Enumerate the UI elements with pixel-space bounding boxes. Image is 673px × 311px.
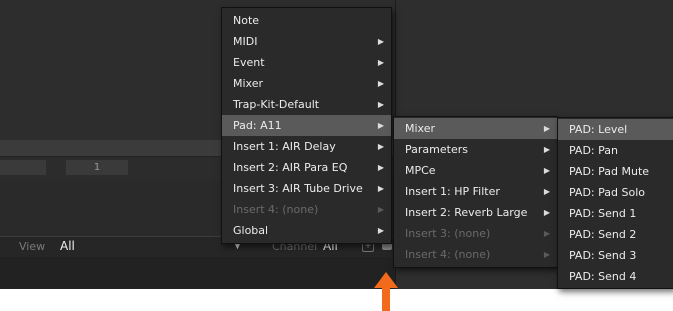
menu-item-label: Note — [233, 14, 260, 27]
pad-menu-item-mpce[interactable]: MPCe ▶ — [394, 160, 557, 181]
submenu-pad: Mixer ▶ Parameters ▶ MPCe ▶ Insert 1: HP Filte… — [393, 116, 558, 268]
view-label: View — [19, 240, 46, 253]
mixer-menu-item-pad-level[interactable]: PAD: Level — [558, 119, 673, 140]
menu-item-event[interactable]: Event ▶ — [222, 52, 391, 73]
mixer-menu-item-pad-send-1[interactable]: PAD: Send 1 — [558, 203, 673, 224]
menu-item-midi[interactable]: MIDI ▶ — [222, 31, 391, 52]
field-empty[interactable] — [0, 160, 46, 175]
caret-right-icon: ▶ — [543, 187, 550, 196]
mixer-menu-item-pad-send-2[interactable]: PAD: Send 2 — [558, 224, 673, 245]
bottom-strip — [0, 257, 395, 289]
pad-menu-item-mixer[interactable]: Mixer ▶ — [394, 118, 557, 139]
caret-right-icon: ▶ — [543, 145, 550, 154]
caret-right-icon: ▶ — [377, 226, 384, 235]
mixer-menu-item-pad-pad-solo[interactable]: PAD: Pad Solo — [558, 182, 673, 203]
submenu-mixer: PAD: Level PAD: Pan PAD: Pad Mute PAD: Pad … — [557, 117, 673, 289]
menu-item-label: PAD: Pan — [569, 144, 618, 157]
mixer-menu-item-pad-pad-mute[interactable]: PAD: Pad Mute — [558, 161, 673, 182]
caret-right-icon: ▶ — [543, 250, 550, 259]
caret-right-icon: ▶ — [377, 121, 384, 130]
menu-item-label: Parameters — [405, 143, 468, 156]
menu-item-label: Insert 4: (none) — [405, 248, 491, 261]
menu-item-label: Trap-Kit-Default — [233, 98, 320, 111]
menu-item-label: Insert 1: AIR Delay — [233, 140, 336, 153]
menu-item-insert-1-air-delay[interactable]: Insert 1: AIR Delay ▶ — [222, 136, 391, 157]
caret-right-icon: ▶ — [543, 208, 550, 217]
mixer-menu-item-pad-send-3[interactable]: PAD: Send 3 — [558, 245, 673, 266]
menu-item-label: Pad: A11 — [233, 119, 282, 132]
caret-right-icon: ▶ — [543, 166, 550, 175]
caret-right-icon: ▶ — [377, 79, 384, 88]
menu-item-label: PAD: Send 1 — [569, 207, 637, 220]
mixer-menu-item-pad-pan[interactable]: PAD: Pan — [558, 140, 673, 161]
menu-item-label: PAD: Pad Solo — [569, 186, 645, 199]
caret-right-icon: ▶ — [543, 124, 550, 133]
caret-right-icon: ▶ — [377, 37, 384, 46]
pad-menu-item-parameters[interactable]: Parameters ▶ — [394, 139, 557, 160]
menu-item-label: PAD: Level — [569, 123, 628, 136]
menu-item-insert-3-air-tube-drive[interactable]: Insert 3: AIR Tube Drive ▶ — [222, 178, 391, 199]
mixer-menu-item-pad-send-4[interactable]: PAD: Send 4 — [558, 266, 673, 287]
caret-right-icon: ▶ — [377, 142, 384, 151]
menu-item-pad-a11[interactable]: Pad: A11 ▶ — [222, 115, 391, 136]
menu-item-label: MIDI — [233, 35, 258, 48]
caret-right-icon: ▶ — [377, 163, 384, 172]
menu-item-note[interactable]: Note — [222, 10, 391, 31]
menu-item-label: Insert 1: HP Filter — [405, 185, 500, 198]
menu-item-label: Insert 4: (none) — [233, 203, 319, 216]
menu-item-trap-kit-default[interactable]: Trap-Kit-Default ▶ — [222, 94, 391, 115]
menu-item-label: Insert 2: AIR Para EQ — [233, 161, 348, 174]
menu-item-label: PAD: Send 3 — [569, 249, 637, 262]
menu-item-mixer[interactable]: Mixer ▶ — [222, 73, 391, 94]
pad-menu-item-insert-3-none: Insert 3: (none) ▶ — [394, 223, 557, 244]
caret-right-icon: ▶ — [377, 58, 384, 67]
menu-item-label: Mixer — [405, 122, 436, 135]
menu-item-label: Mixer — [233, 77, 264, 90]
pad-menu-item-insert-2-reverb-large[interactable]: Insert 2: Reverb Large ▶ — [394, 202, 557, 223]
menu-item-label: PAD: Send 2 — [569, 228, 637, 241]
field-value[interactable]: 1 — [66, 160, 128, 175]
view-select[interactable]: All — [60, 239, 75, 253]
menu-item-label: PAD: Send 4 — [569, 270, 637, 283]
menu-item-label: PAD: Pad Mute — [569, 165, 650, 178]
menu-item-insert-4-none: Insert 4: (none) ▶ — [222, 199, 391, 220]
menu-item-label: Insert 3: AIR Tube Drive — [233, 182, 363, 195]
menu-item-label: Insert 2: Reverb Large — [405, 206, 528, 219]
arrow-up-icon — [374, 272, 398, 311]
menu-item-label: MPCe — [405, 164, 436, 177]
caret-right-icon: ▶ — [543, 229, 550, 238]
menu-item-label: Global — [233, 224, 269, 237]
menu-item-insert-2-air-para-eq[interactable]: Insert 2: AIR Para EQ ▶ — [222, 157, 391, 178]
context-menu-main: Note MIDI ▶ Event ▶ Mixer ▶ Trap-Kit-Default ▶ Pa… — [221, 7, 392, 244]
menu-item-label: Insert 3: (none) — [405, 227, 491, 240]
menu-item-global[interactable]: Global ▶ — [222, 220, 391, 241]
caret-right-icon: ▶ — [377, 205, 384, 214]
pad-menu-item-insert-1-hp-filter[interactable]: Insert 1: HP Filter ▶ — [394, 181, 557, 202]
pad-menu-item-insert-4-none: Insert 4: (none) ▶ — [394, 244, 557, 265]
caret-right-icon: ▶ — [377, 100, 384, 109]
caret-right-icon: ▶ — [377, 184, 384, 193]
menu-item-label: Event — [233, 56, 265, 69]
